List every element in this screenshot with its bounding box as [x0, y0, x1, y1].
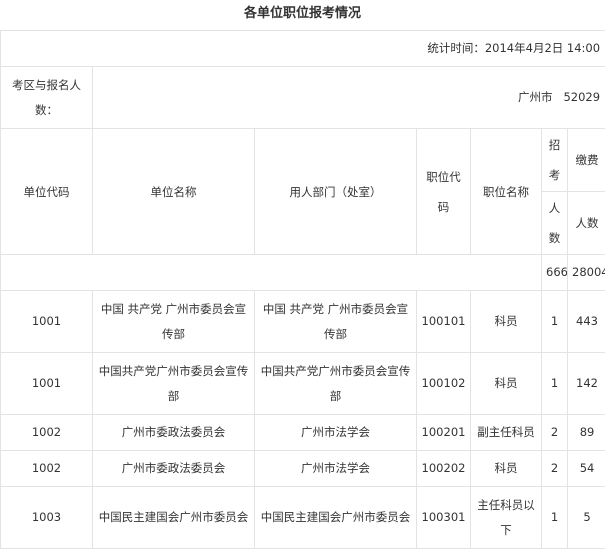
pos-code-cell: 100102	[417, 353, 471, 415]
recruit-cell: 2	[542, 451, 568, 487]
stat-time-row: 统计时间：2014年4月2日 14:00	[1, 31, 605, 67]
dept-cell: 中国 共产党 广州市委员会宣传部	[255, 291, 417, 353]
unit-code-cell: 1001	[1, 291, 93, 353]
totals-blank	[1, 255, 542, 291]
dept-cell: 中国民主建国会广州市委员会	[255, 487, 417, 549]
header-pos-name: 职位名称	[471, 129, 542, 255]
header-row: 单位代码 单位名称 用人部门（处室） 职位代码 职位名称 招考 缴费	[1, 129, 605, 192]
header-dept: 用人部门（处室）	[255, 129, 417, 255]
header-unit-name: 单位名称	[93, 129, 255, 255]
unit-code-cell: 1001	[1, 353, 93, 415]
header-unit-code: 单位代码	[1, 129, 93, 255]
table-row: 1003 中国民主建国会广州市委员会 中国民主建国会广州市委员会 100301 …	[1, 487, 605, 549]
pos-code-cell: 100201	[417, 415, 471, 451]
pos-name-cell: 主任科员以下	[471, 487, 542, 549]
stat-time: 统计时间：2014年4月2日 14:00	[1, 31, 605, 67]
totals-row: 666 28004	[1, 255, 605, 291]
recruit-cell: 2	[542, 415, 568, 451]
paid-cell: 142	[568, 353, 605, 415]
page: 各单位职位报考情况 统计时间：2014年4月2日 14:00 考区与报名人数： …	[0, 0, 605, 537]
dept-cell: 广州市法学会	[255, 415, 417, 451]
pos-code-cell: 100101	[417, 291, 471, 353]
header-renshu: 人数	[542, 192, 568, 255]
pos-name-cell: 副主任科员	[471, 415, 542, 451]
summary-count: 52029	[563, 90, 600, 104]
total-recruit: 666	[542, 255, 568, 291]
summary-city: 广州市	[518, 90, 553, 104]
header-renshu-2: 人数	[568, 192, 605, 255]
paid-cell: 5	[568, 487, 605, 549]
unit-name-cell: 中国 共产党 广州市委员会宣传部	[93, 291, 255, 353]
table-row: 1001 中国 共产党 广州市委员会宣传部 中国 共产党 广州市委员会宣传部 1…	[1, 291, 605, 353]
unit-name-cell: 中国民主建国会广州市委员会	[93, 487, 255, 549]
page-title: 各单位职位报考情况	[0, 0, 605, 30]
table-row: 1002 广州市委政法委员会 广州市法学会 100202 科员 2 54	[1, 451, 605, 487]
recruit-cell: 1	[542, 353, 568, 415]
unit-code-cell: 1002	[1, 451, 93, 487]
unit-name-cell: 中国共产党广州市委员会宣传部	[93, 353, 255, 415]
recruit-cell: 1	[542, 291, 568, 353]
dept-cell: 中国共产党广州市委员会宣传部	[255, 353, 417, 415]
dept-cell: 广州市法学会	[255, 451, 417, 487]
table-row: 1001 中国共产党广州市委员会宣传部 中国共产党广州市委员会宣传部 10010…	[1, 353, 605, 415]
unit-name-cell: 广州市委政法委员会	[93, 451, 255, 487]
table-row: 1002 广州市委政法委员会 广州市法学会 100201 副主任科员 2 89	[1, 415, 605, 451]
unit-code-cell: 1002	[1, 415, 93, 451]
header-zhao: 招考	[542, 129, 568, 192]
paid-cell: 89	[568, 415, 605, 451]
pos-name-cell: 科员	[471, 291, 542, 353]
pos-name-cell: 科员	[471, 451, 542, 487]
recruit-cell: 1	[542, 487, 568, 549]
summary-label: 考区与报名人数：	[1, 67, 93, 129]
paid-cell: 443	[568, 291, 605, 353]
paid-cell: 54	[568, 451, 605, 487]
pos-code-cell: 100202	[417, 451, 471, 487]
pos-code-cell: 100301	[417, 487, 471, 549]
positions-table: 统计时间：2014年4月2日 14:00 考区与报名人数： 广州市 52029 …	[0, 30, 605, 549]
header-pos-code: 职位代码	[417, 129, 471, 255]
pos-name-cell: 科员	[471, 353, 542, 415]
summary-value: 广州市 52029	[93, 67, 605, 129]
header-pay: 缴费	[568, 129, 605, 192]
summary-row: 考区与报名人数： 广州市 52029	[1, 67, 605, 129]
unit-code-cell: 1003	[1, 487, 93, 549]
unit-name-cell: 广州市委政法委员会	[93, 415, 255, 451]
total-paid: 28004	[568, 255, 605, 291]
